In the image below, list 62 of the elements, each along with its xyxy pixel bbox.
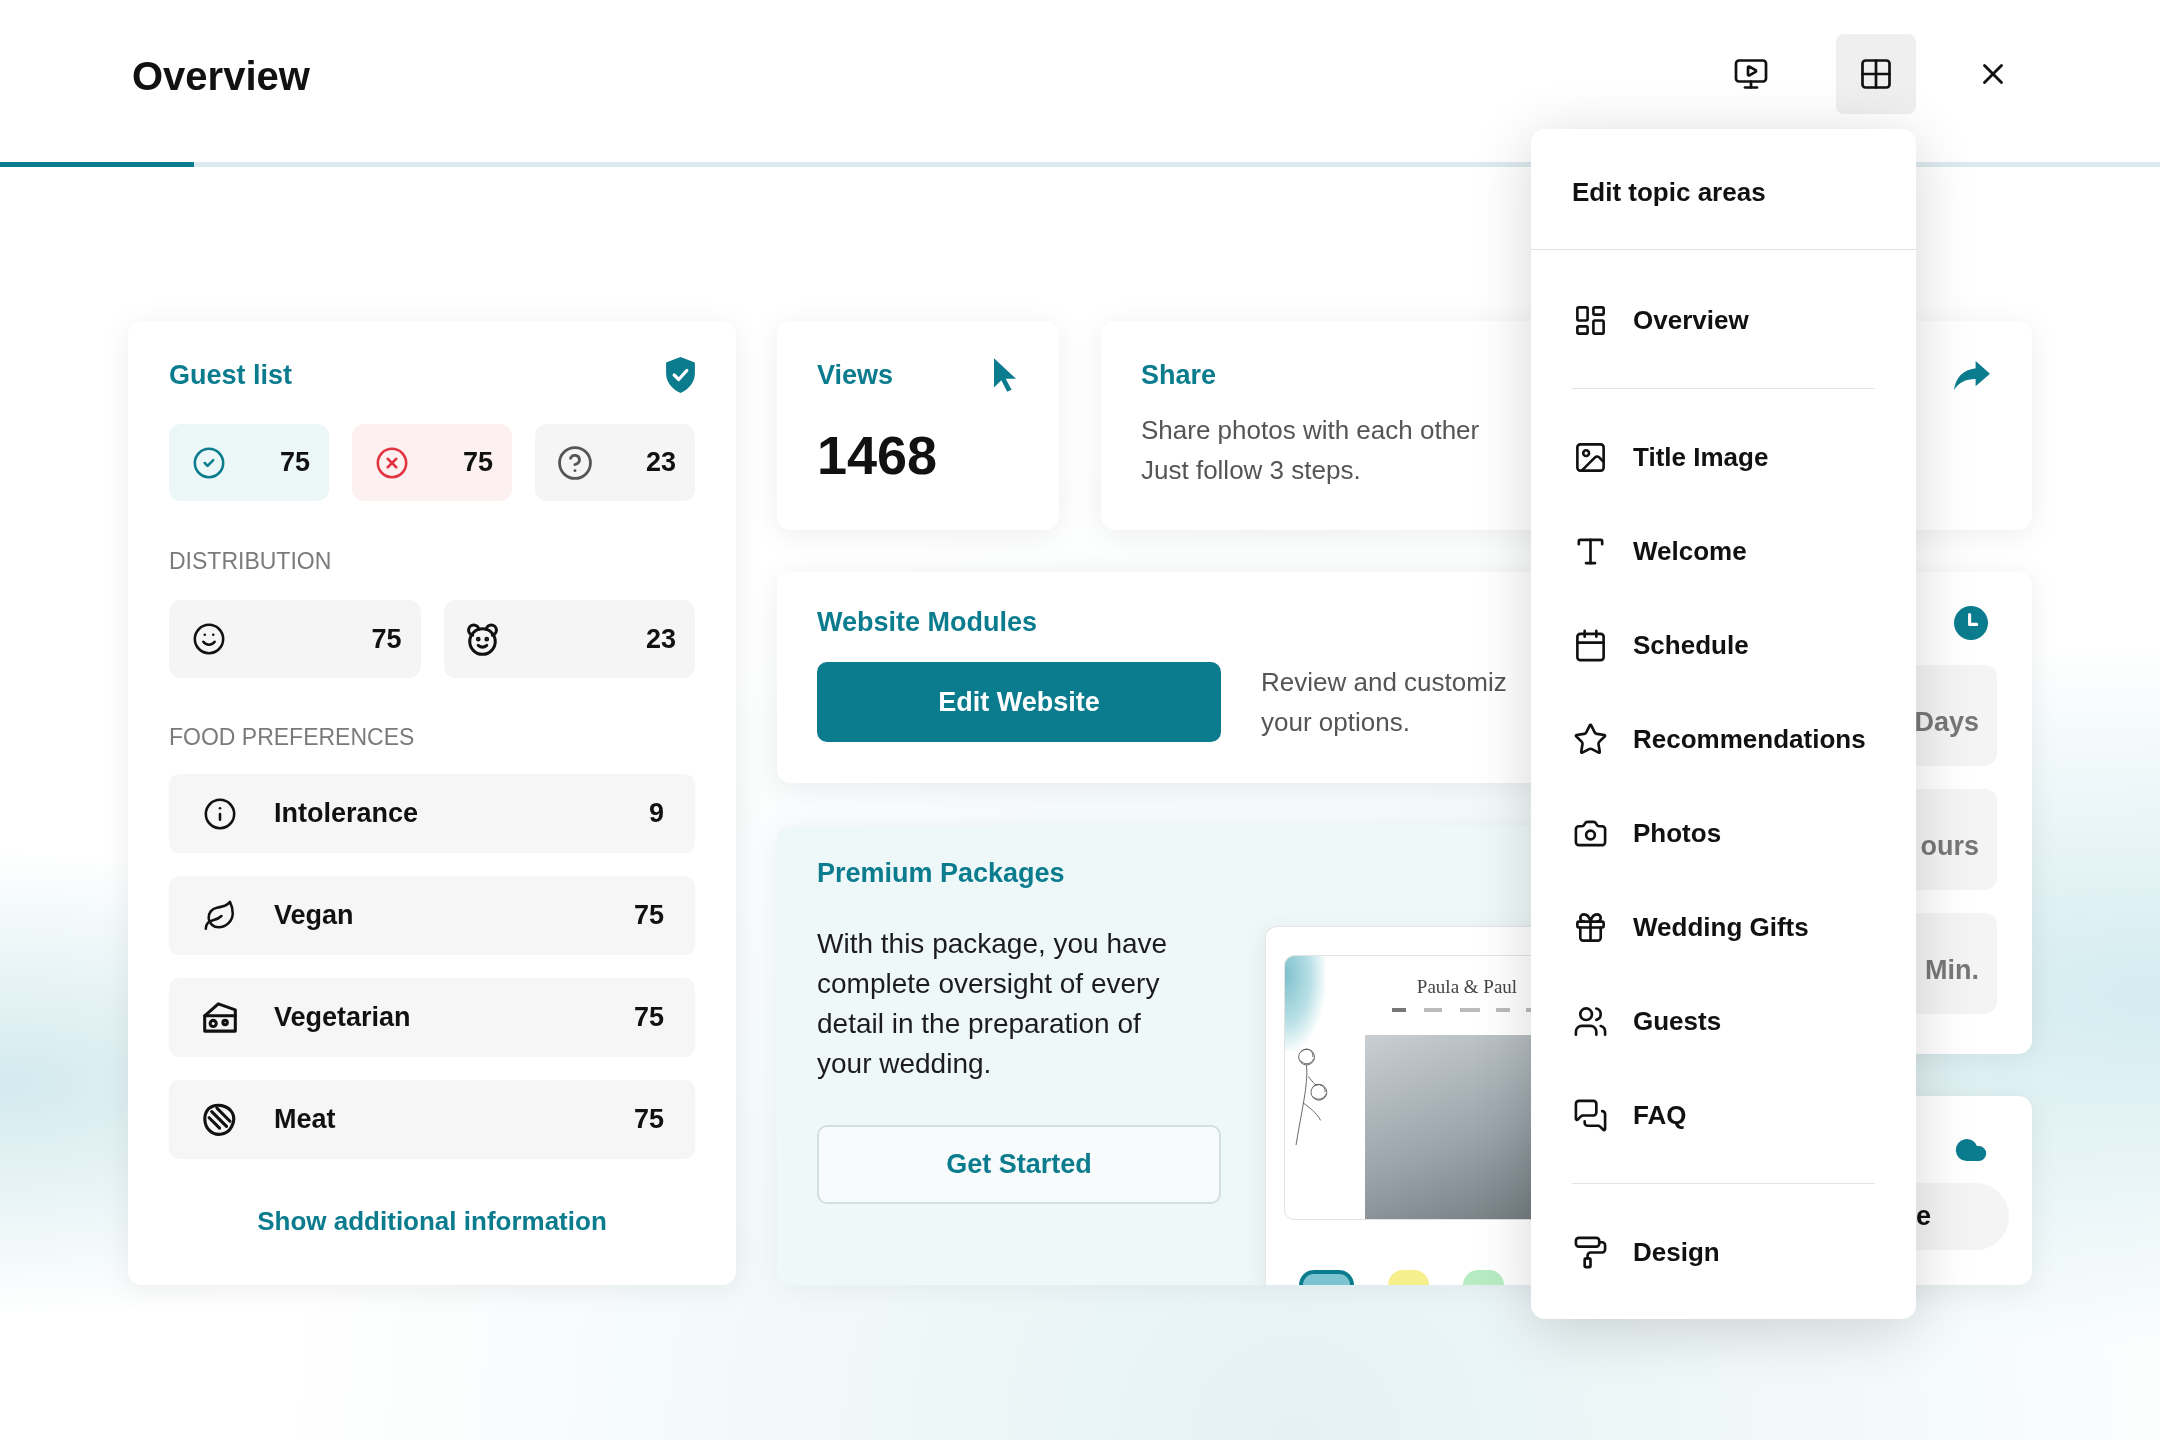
section-label: DISTRIBUTION bbox=[169, 547, 332, 575]
bear-face-icon bbox=[466, 622, 498, 656]
food-preference-label: Meat bbox=[274, 1103, 336, 1137]
x-circle-icon bbox=[375, 445, 409, 480]
share-arrow-icon bbox=[1954, 360, 1990, 390]
card-title: Share bbox=[1141, 359, 1217, 392]
distribution-count: 75 bbox=[371, 622, 402, 656]
preview-title: Paula & Paul bbox=[1416, 976, 1518, 998]
calendar-icon bbox=[1573, 627, 1608, 663]
card-title: Guest list bbox=[169, 359, 293, 392]
check-circle-icon bbox=[192, 445, 226, 480]
menu-item[interactable]: Design bbox=[1531, 1205, 1916, 1299]
chat-bubbles-icon bbox=[1573, 1097, 1608, 1133]
get-started-button[interactable]: Get Started bbox=[817, 1125, 1221, 1204]
menu-item[interactable]: FAQ bbox=[1531, 1068, 1916, 1162]
share-description: Share photos with each other Just follow 3 steps. bbox=[1141, 414, 1480, 487]
food-preference-label: Intolerance bbox=[274, 797, 419, 831]
leaf-icon bbox=[203, 898, 237, 933]
distribution-count: 23 bbox=[645, 622, 676, 656]
cursor-icon bbox=[994, 358, 1016, 392]
star-icon bbox=[1573, 721, 1608, 757]
shield-check-icon bbox=[666, 357, 695, 393]
card-title: Website Modules bbox=[817, 606, 1038, 639]
presentation-icon bbox=[1733, 56, 1769, 92]
food-preference-label: Vegan bbox=[274, 899, 354, 933]
food-preference-label: Vegetarian bbox=[274, 1001, 411, 1035]
info-icon bbox=[203, 796, 237, 831]
section-label: FOOD PREFERENCES bbox=[169, 723, 415, 751]
menu-item[interactable]: Wedding Gifts bbox=[1531, 880, 1916, 974]
food-preference-count: 9 bbox=[648, 797, 664, 831]
smiley-face-icon bbox=[192, 622, 226, 656]
show-more-link[interactable]: Show additional information bbox=[257, 1203, 607, 1239]
grid-icon bbox=[1858, 56, 1894, 92]
question-circle-icon bbox=[558, 445, 592, 480]
food-preference-count: 75 bbox=[633, 899, 664, 933]
card-title: Views bbox=[817, 359, 894, 392]
menu-item[interactable]: Overview bbox=[1531, 273, 1916, 367]
menu-item[interactable]: Schedule bbox=[1531, 598, 1916, 692]
menu-title: Edit topic areas bbox=[1572, 176, 1766, 209]
menu-item[interactable]: Photos bbox=[1531, 786, 1916, 880]
response-count: 75 bbox=[462, 446, 493, 480]
response-count: 75 bbox=[279, 446, 310, 480]
card-title: Premium Packages bbox=[817, 857, 1065, 890]
menu-item[interactable]: Guests bbox=[1531, 974, 1916, 1068]
page-title: Overview bbox=[132, 53, 310, 100]
countdown-unit: Min. bbox=[1925, 954, 1979, 988]
countdown-unit: ours bbox=[1920, 830, 1979, 864]
premium-description: With this package, you have complete oversight of every detail in the preparation of your wedding. bbox=[817, 927, 1169, 1081]
clock-icon bbox=[1954, 606, 1988, 640]
food-preference-count: 75 bbox=[633, 1103, 664, 1137]
cheese-icon bbox=[203, 1002, 237, 1033]
views-count: 1468 bbox=[817, 424, 938, 487]
food-preference-count: 75 bbox=[633, 1001, 664, 1035]
menu-item[interactable]: Recommendations bbox=[1531, 692, 1916, 786]
view-button[interactable] bbox=[1836, 34, 1916, 114]
response-count: 23 bbox=[645, 446, 676, 480]
edit-website-button[interactable]: Edit Website bbox=[817, 662, 1221, 742]
countdown-unit: Days bbox=[1914, 706, 1979, 740]
menu-item[interactable]: Welcome bbox=[1531, 504, 1916, 598]
menu-item[interactable]: Title Image bbox=[1531, 410, 1916, 504]
modules-description: Review and customiz your options. bbox=[1261, 666, 1507, 739]
paint-roller-icon bbox=[1573, 1234, 1608, 1270]
